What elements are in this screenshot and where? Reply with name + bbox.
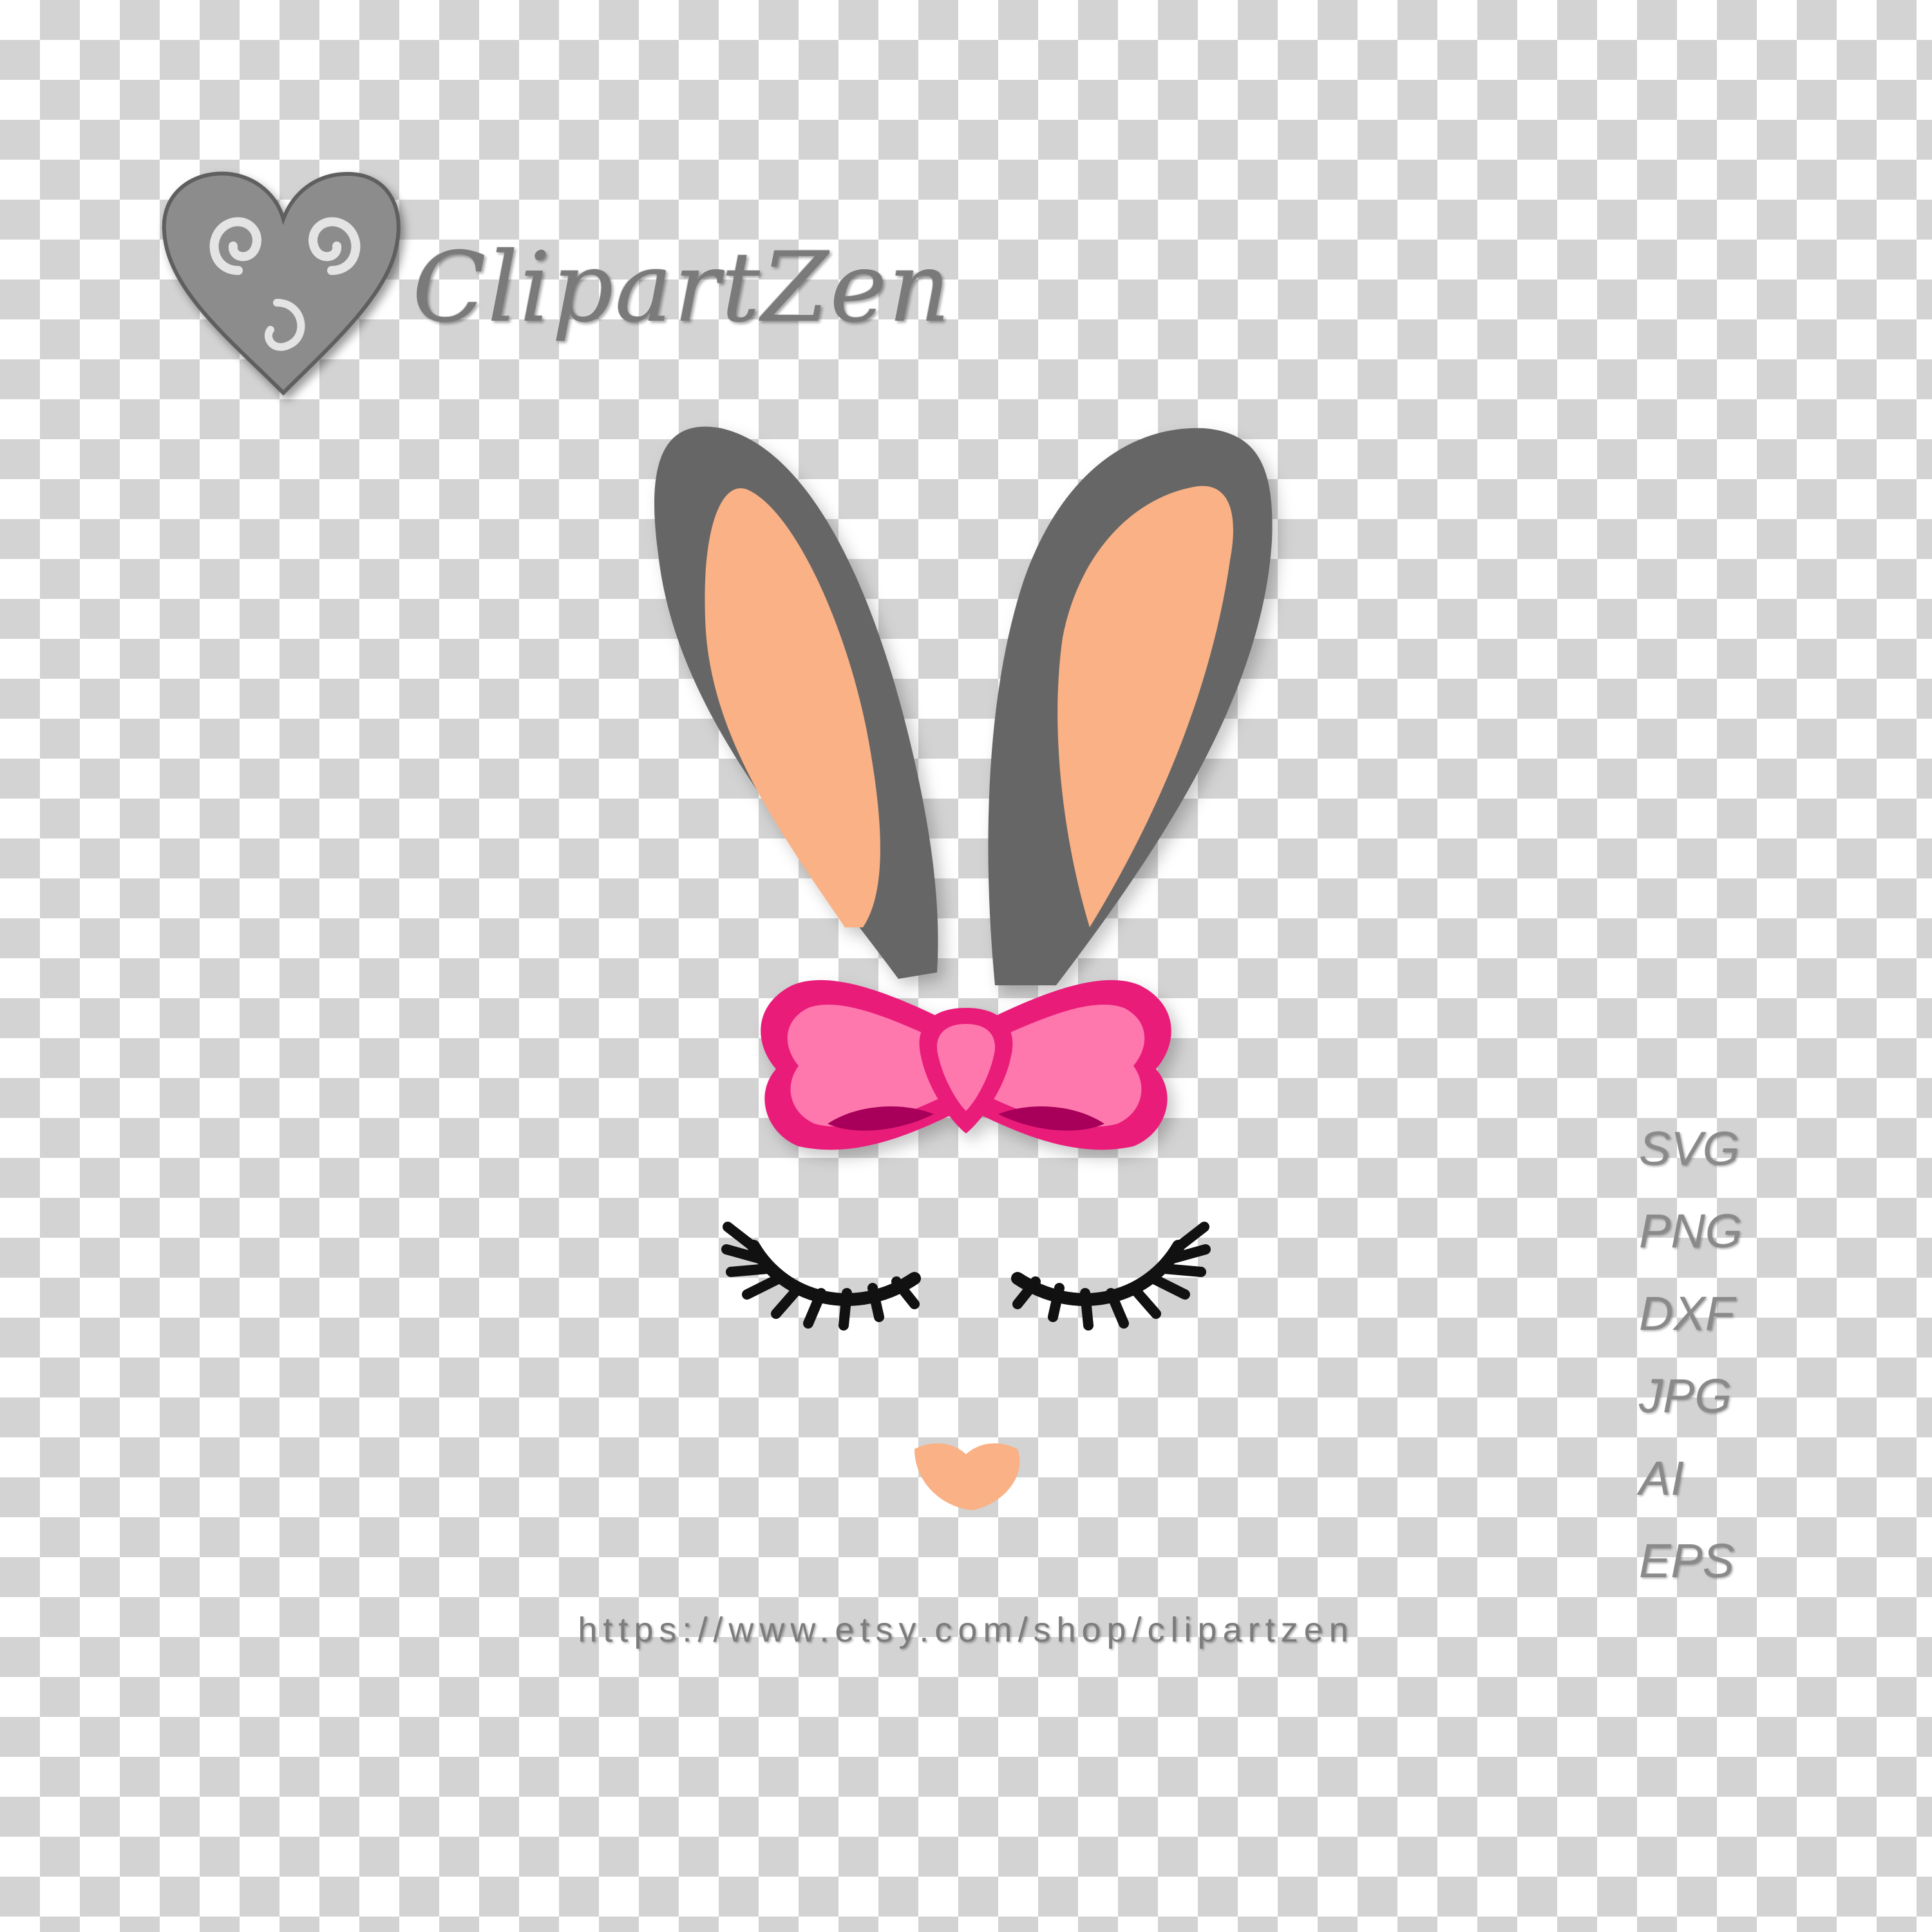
file-formats-list: SVG PNG DXF JPG AI EPS <box>1639 1108 1806 1602</box>
pink-bow <box>761 980 1171 1150</box>
brand-name: ClipartZen <box>412 232 952 344</box>
left-eye-lashes <box>721 1222 921 1331</box>
format-label: JPG <box>1639 1369 1732 1423</box>
format-label: EPS <box>1639 1534 1735 1587</box>
format-label: SVG <box>1639 1122 1740 1175</box>
right-ear <box>988 428 1273 985</box>
left-ear-inner <box>705 488 880 927</box>
format-label: PNG <box>1639 1204 1743 1258</box>
left-ear <box>654 426 938 979</box>
format-label: DXF <box>1639 1287 1734 1340</box>
heart-swirl-logo-icon <box>162 171 401 396</box>
right-eye-lashes <box>1011 1222 1211 1331</box>
bunny-nose <box>914 1443 1020 1510</box>
shop-url: https://www.etsy.com/shop/clipartzen <box>578 1611 1354 1649</box>
format-label: AI <box>1639 1452 1684 1505</box>
